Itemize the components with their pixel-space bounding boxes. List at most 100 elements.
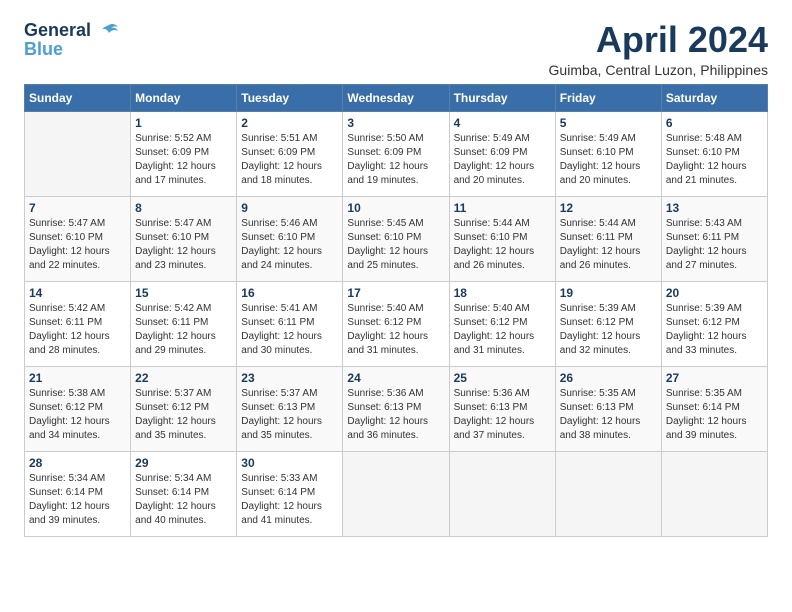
calendar-cell: 22 Sunrise: 5:37 AMSunset: 6:12 PMDayligh… [131, 366, 237, 451]
day-info: Sunrise: 5:41 AMSunset: 6:11 PMDaylight:… [241, 302, 338, 358]
calendar-cell: 16 Sunrise: 5:41 AMSunset: 6:11 PMDayligh… [237, 281, 343, 366]
calendar-cell [343, 451, 449, 536]
day-number: 29 [135, 456, 232, 470]
calendar-cell: 2Sunrise: 5:51 AMSunset: 6:09 PMDaylight… [237, 111, 343, 196]
day-number: 2 [241, 116, 338, 130]
calendar-cell: 30Sunrise: 5:33 AMSunset: 6:14 PMDayligh… [237, 451, 343, 536]
calendar-week-row: 1 Sunrise: 5:52 AMSunset: 6:09 PMDaylight… [25, 111, 768, 196]
day-number: 3 [347, 116, 444, 130]
day-info: Sunrise: 5:36 AMSunset: 6:13 PMDaylight:… [454, 387, 551, 443]
calendar-cell: 9 Sunrise: 5:46 AMSunset: 6:10 PMDaylight… [237, 196, 343, 281]
logo: General Blue [24, 20, 120, 60]
day-info: Sunrise: 5:37 AMSunset: 6:12 PMDaylight:… [135, 387, 232, 443]
calendar-cell: 14 Sunrise: 5:42 AMSunset: 6:11 PMDayligh… [25, 281, 131, 366]
day-number: 4 [454, 116, 551, 130]
calendar-cell: 6Sunrise: 5:48 AMSunset: 6:10 PMDaylight… [661, 111, 767, 196]
day-number: 30 [241, 456, 338, 470]
logo-general: General [24, 20, 91, 40]
calendar-cell: 4 Sunrise: 5:49 AMSunset: 6:09 PMDaylight… [449, 111, 555, 196]
day-number: 7 [29, 201, 126, 215]
day-info: Sunrise: 5:50 AMSunset: 6:09 PMDaylight:… [347, 132, 444, 188]
day-info: Sunrise: 5:52 AMSunset: 6:09 PMDaylight:… [135, 132, 232, 188]
day-number: 10 [347, 201, 444, 215]
calendar-table: SundayMondayTuesdayWednesdayThursdayFrid… [24, 84, 768, 537]
calendar-week-row: 7 Sunrise: 5:47 AMSunset: 6:10 PMDaylight… [25, 196, 768, 281]
calendar-cell: 8Sunrise: 5:47 AMSunset: 6:10 PMDaylight… [131, 196, 237, 281]
calendar-header-row: SundayMondayTuesdayWednesdayThursdayFrid… [25, 84, 768, 111]
logo-blue: Blue [24, 39, 63, 60]
calendar-cell: 23 Sunrise: 5:37 AMSunset: 6:13 PMDayligh… [237, 366, 343, 451]
day-info: Sunrise: 5:47 AMSunset: 6:10 PMDaylight:… [29, 217, 126, 273]
calendar-cell: 27Sunrise: 5:35 AMSunset: 6:14 PMDayligh… [661, 366, 767, 451]
calendar-day-header: Monday [131, 84, 237, 111]
calendar-day-header: Tuesday [237, 84, 343, 111]
day-info: Sunrise: 5:34 AMSunset: 6:14 PMDaylight:… [29, 472, 126, 528]
day-number: 14 [29, 286, 126, 300]
calendar-cell: 21Sunrise: 5:38 AMSunset: 6:12 PMDayligh… [25, 366, 131, 451]
calendar-cell: 10 Sunrise: 5:45 AMSunset: 6:10 PMDayligh… [343, 196, 449, 281]
day-number: 18 [454, 286, 551, 300]
calendar-week-row: 28 Sunrise: 5:34 AMSunset: 6:14 PMDayligh… [25, 451, 768, 536]
calendar-cell: 5Sunrise: 5:49 AMSunset: 6:10 PMDaylight… [555, 111, 661, 196]
calendar-cell: 19 Sunrise: 5:39 AMSunset: 6:12 PMDayligh… [555, 281, 661, 366]
day-number: 26 [560, 371, 657, 385]
day-number: 20 [666, 286, 763, 300]
day-number: 13 [666, 201, 763, 215]
logo-bird-icon [98, 21, 120, 43]
day-info: Sunrise: 5:37 AMSunset: 6:13 PMDaylight:… [241, 387, 338, 443]
calendar-cell: 26 Sunrise: 5:35 AMSunset: 6:13 PMDayligh… [555, 366, 661, 451]
page-title: April 2024 [549, 20, 768, 60]
day-number: 28 [29, 456, 126, 470]
calendar-week-row: 14 Sunrise: 5:42 AMSunset: 6:11 PMDayligh… [25, 281, 768, 366]
day-info: Sunrise: 5:44 AMSunset: 6:10 PMDaylight:… [454, 217, 551, 273]
day-info: Sunrise: 5:42 AMSunset: 6:11 PMDaylight:… [135, 302, 232, 358]
calendar-day-header: Saturday [661, 84, 767, 111]
page-subtitle: Guimba, Central Luzon, Philippines [549, 62, 768, 78]
day-number: 1 [135, 116, 232, 130]
day-info: Sunrise: 5:45 AMSunset: 6:10 PMDaylight:… [347, 217, 444, 273]
title-area: April 2024 Guimba, Central Luzon, Philip… [549, 20, 768, 78]
calendar-day-header: Thursday [449, 84, 555, 111]
calendar-day-header: Sunday [25, 84, 131, 111]
day-info: Sunrise: 5:34 AMSunset: 6:14 PMDaylight:… [135, 472, 232, 528]
day-info: Sunrise: 5:46 AMSunset: 6:10 PMDaylight:… [241, 217, 338, 273]
day-number: 8 [135, 201, 232, 215]
day-info: Sunrise: 5:39 AMSunset: 6:12 PMDaylight:… [666, 302, 763, 358]
calendar-body: 1 Sunrise: 5:52 AMSunset: 6:09 PMDaylight… [25, 111, 768, 536]
day-number: 5 [560, 116, 657, 130]
day-number: 19 [560, 286, 657, 300]
calendar-cell [449, 451, 555, 536]
calendar-cell: 3 Sunrise: 5:50 AMSunset: 6:09 PMDaylight… [343, 111, 449, 196]
day-info: Sunrise: 5:38 AMSunset: 6:12 PMDaylight:… [29, 387, 126, 443]
day-number: 15 [135, 286, 232, 300]
calendar-cell [25, 111, 131, 196]
calendar-cell: 29 Sunrise: 5:34 AMSunset: 6:14 PMDayligh… [131, 451, 237, 536]
day-info: Sunrise: 5:35 AMSunset: 6:13 PMDaylight:… [560, 387, 657, 443]
day-number: 12 [560, 201, 657, 215]
day-number: 24 [347, 371, 444, 385]
calendar-cell: 24Sunrise: 5:36 AMSunset: 6:13 PMDayligh… [343, 366, 449, 451]
calendar-cell: 15 Sunrise: 5:42 AMSunset: 6:11 PMDayligh… [131, 281, 237, 366]
calendar-cell: 20 Sunrise: 5:39 AMSunset: 6:12 PMDayligh… [661, 281, 767, 366]
day-info: Sunrise: 5:49 AMSunset: 6:09 PMDaylight:… [454, 132, 551, 188]
calendar-cell: 17 Sunrise: 5:40 AMSunset: 6:12 PMDayligh… [343, 281, 449, 366]
day-info: Sunrise: 5:40 AMSunset: 6:12 PMDaylight:… [347, 302, 444, 358]
calendar-cell [661, 451, 767, 536]
day-number: 27 [666, 371, 763, 385]
day-number: 25 [454, 371, 551, 385]
day-number: 17 [347, 286, 444, 300]
calendar-cell: 13 Sunrise: 5:43 AMSunset: 6:11 PMDayligh… [661, 196, 767, 281]
day-info: Sunrise: 5:40 AMSunset: 6:12 PMDaylight:… [454, 302, 551, 358]
day-number: 9 [241, 201, 338, 215]
day-info: Sunrise: 5:42 AMSunset: 6:11 PMDaylight:… [29, 302, 126, 358]
day-info: Sunrise: 5:39 AMSunset: 6:12 PMDaylight:… [560, 302, 657, 358]
page-header: General Blue April 2024 Guimba, Central … [24, 20, 768, 78]
day-number: 16 [241, 286, 338, 300]
day-number: 11 [454, 201, 551, 215]
day-info: Sunrise: 5:48 AMSunset: 6:10 PMDaylight:… [666, 132, 763, 188]
day-number: 22 [135, 371, 232, 385]
day-number: 23 [241, 371, 338, 385]
calendar-cell: 25 Sunrise: 5:36 AMSunset: 6:13 PMDayligh… [449, 366, 555, 451]
calendar-cell [555, 451, 661, 536]
day-info: Sunrise: 5:43 AMSunset: 6:11 PMDaylight:… [666, 217, 763, 273]
